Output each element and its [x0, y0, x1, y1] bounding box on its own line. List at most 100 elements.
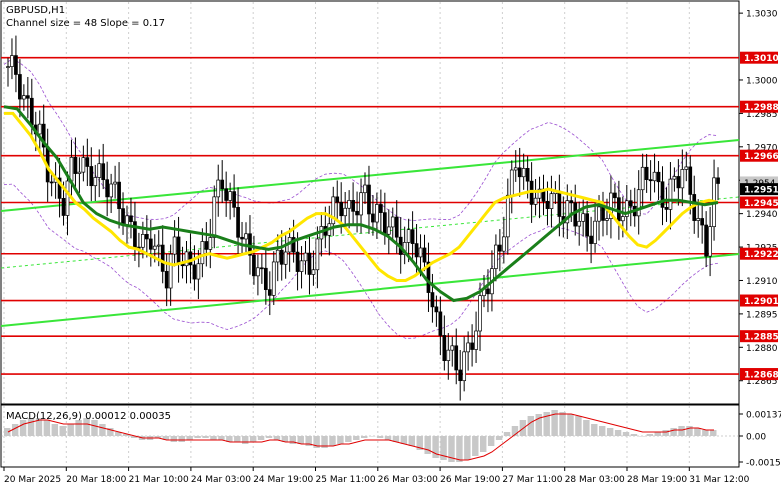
candle-body: [220, 179, 225, 190]
candle-body: [533, 197, 538, 205]
candle-body: [406, 229, 411, 243]
candle-body: [509, 169, 514, 196]
candle-body: [664, 207, 669, 210]
macd-histogram-bar: [567, 414, 574, 436]
symbol-label: GBPUSD,H1: [6, 5, 65, 16]
candle-body: [25, 95, 30, 99]
macd-histogram-bar: [702, 430, 709, 436]
candle-body: [581, 213, 586, 222]
candle-body: [339, 201, 344, 217]
macd-tick-label: 0.00137: [746, 411, 781, 421]
candle-body: [676, 176, 681, 189]
candle-body: [382, 212, 387, 235]
time-axis: 20 Mar 2025 20 Mar 18:00 21 Mar 10:00 24 Ma…: [3, 467, 750, 485]
candle-body: [160, 244, 165, 272]
macd-histogram-bar: [51, 424, 59, 436]
candle-body: [367, 184, 371, 215]
price-chart[interactable]: 1.30301.30001.29851.29701.29551.29401.29…: [0, 0, 781, 489]
macd-histogram-bar: [4, 428, 11, 436]
candle-body: [141, 234, 145, 248]
candle-body: [65, 180, 70, 216]
macd-histogram-bar: [614, 430, 622, 436]
candle-body: [22, 95, 26, 100]
macd-histogram-bar: [19, 420, 27, 436]
candle-body: [652, 171, 657, 182]
candle-body: [486, 288, 490, 295]
macd-histogram-bar: [694, 428, 701, 436]
candle-body: [700, 218, 705, 226]
candle-body: [371, 213, 375, 223]
candle-body: [263, 267, 268, 290]
candle-body: [501, 236, 506, 252]
macd-histogram-bar: [599, 426, 606, 436]
price-axis: 1.30301.30001.29851.29701.29551.29401.29…: [739, 10, 779, 387]
macd-histogram-bar: [75, 420, 82, 436]
macd-histogram-bar: [583, 420, 590, 436]
candle-body: [390, 216, 395, 228]
level-price-label: 1.2988: [744, 103, 779, 113]
candle-body: [557, 190, 562, 217]
macd-label: MACD(12,26,9) 0.00012 0.00035: [6, 411, 171, 422]
candle-body: [271, 261, 276, 296]
candle-body: [446, 349, 451, 361]
candle-body: [513, 167, 518, 171]
candle-body: [478, 295, 482, 332]
macd-histogram-bar: [495, 436, 503, 440]
macd-axis: 0.00137 0.00 -0.00156: [739, 411, 781, 469]
time-tick-label: 20 Mar 18:00: [66, 475, 126, 485]
macd-histogram-bar: [384, 436, 392, 440]
macd-histogram-bar: [249, 436, 257, 442]
candle-body: [414, 243, 419, 258]
candle-body: [148, 238, 153, 250]
macd-histogram-bar: [273, 436, 281, 440]
candle-body: [517, 167, 522, 178]
candle-body: [252, 254, 256, 277]
candle-body: [152, 245, 157, 250]
macd-histogram-bar: [218, 436, 225, 440]
macd-histogram-bar: [265, 436, 273, 438]
macd-tick-label: -0.00156: [746, 459, 781, 469]
candle-body: [597, 206, 601, 222]
candle-body: [656, 171, 661, 183]
level-price-label: 1.2945: [744, 199, 779, 209]
macd-histogram-bar: [43, 420, 51, 436]
candle-body: [6, 66, 10, 68]
candle-body: [672, 176, 677, 180]
candle-body: [29, 97, 34, 126]
level-price-label: 1.2901: [744, 297, 779, 307]
candle-body: [77, 171, 82, 174]
macd-histogram-bar: [472, 436, 479, 456]
macd-histogram-bar: [480, 436, 487, 452]
candle-body: [450, 345, 455, 351]
macd-histogram-bar: [368, 436, 376, 437]
channel-info-label: Channel size = 48 Slope = 0.17: [6, 18, 165, 29]
candle-body: [93, 177, 98, 187]
candle-body: [505, 194, 510, 238]
macd-histogram-bar: [234, 436, 241, 442]
candle-body: [85, 157, 90, 167]
candle-body: [355, 210, 359, 216]
candle-body: [644, 166, 649, 180]
candle-body: [212, 196, 217, 238]
candle-body: [498, 244, 502, 252]
price-tick-label: 1.2895: [746, 310, 778, 320]
candle-body: [156, 244, 161, 247]
candle-body: [462, 351, 467, 382]
macd-histogram-bar: [376, 436, 384, 438]
macd-histogram-bar: [210, 436, 217, 440]
candle-body: [260, 267, 264, 270]
candle-body: [315, 238, 320, 271]
candle-body: [240, 236, 244, 240]
macd-histogram-bar: [606, 428, 614, 436]
candle-body: [244, 233, 248, 240]
candle-body: [295, 251, 300, 272]
macd-histogram-bar: [575, 416, 582, 436]
candle-body: [61, 198, 66, 216]
candle-body: [343, 207, 348, 217]
candle-body: [303, 252, 308, 262]
candle-body: [525, 168, 530, 182]
candle-body: [129, 215, 133, 223]
macd-histogram-bar: [622, 432, 630, 436]
candle-body: [204, 241, 209, 250]
candle-body: [704, 224, 708, 257]
